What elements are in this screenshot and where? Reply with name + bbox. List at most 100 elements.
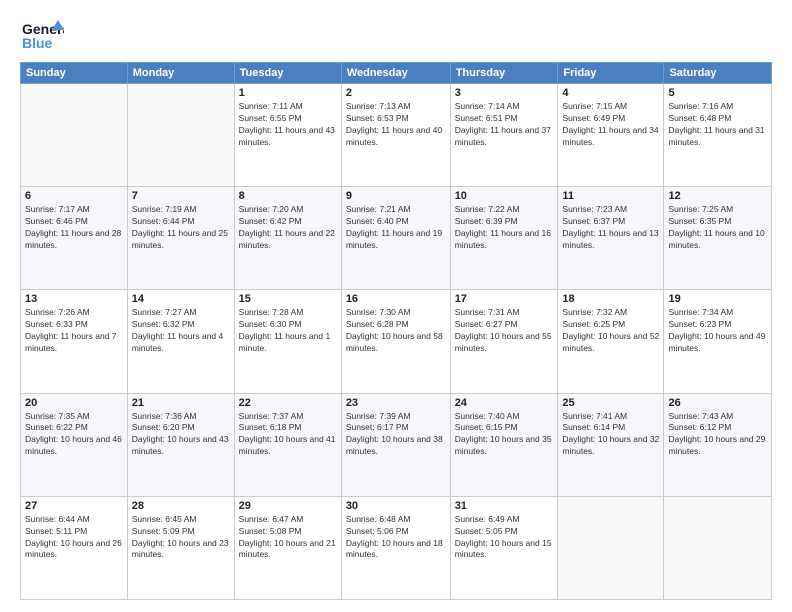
calendar-cell: 9Sunrise: 7:21 AMSunset: 6:40 PMDaylight… xyxy=(341,187,450,290)
calendar-cell: 8 Sunrise: 7:20 AMSunset: 6:42 PMDaylight… xyxy=(234,187,341,290)
day-number: 30 xyxy=(346,500,446,512)
day-number: 23 xyxy=(346,397,446,409)
calendar-cell: 23Sunrise: 7:39 AMSunset: 6:17 PMDayligh… xyxy=(341,393,450,496)
day-number: 1 xyxy=(239,87,337,99)
week-row-1: 1 Sunrise: 7:11 AMSunset: 6:55 PMDaylight… xyxy=(21,84,772,187)
week-row-2: 6 Sunrise: 7:17 AMSunset: 6:46 PMDaylight… xyxy=(21,187,772,290)
weekday-header-tuesday: Tuesday xyxy=(234,63,341,84)
day-info: Sunrise: 7:19 AMSunset: 6:44 PMDaylight:… xyxy=(132,204,230,252)
calendar-cell: 20Sunrise: 7:35 AMSunset: 6:22 PMDayligh… xyxy=(21,393,128,496)
day-number: 28 xyxy=(132,500,230,512)
day-info: Sunrise: 6:49 AMSunset: 5:05 PMDaylight:… xyxy=(455,514,554,562)
day-info: Sunrise: 7:25 AMSunset: 6:35 PMDaylight:… xyxy=(668,204,767,252)
calendar-cell: 16Sunrise: 7:30 AMSunset: 6:28 PMDayligh… xyxy=(341,290,450,393)
day-info: Sunrise: 6:47 AMSunset: 5:08 PMDaylight:… xyxy=(239,514,337,562)
day-number: 25 xyxy=(562,397,659,409)
day-number: 6 xyxy=(25,190,123,202)
day-info: Sunrise: 7:14 AMSunset: 6:51 PMDaylight:… xyxy=(455,101,554,149)
day-number: 7 xyxy=(132,190,230,202)
day-info: Sunrise: 7:17 AMSunset: 6:46 PMDaylight:… xyxy=(25,204,123,252)
day-info: Sunrise: 6:48 AMSunset: 5:06 PMDaylight:… xyxy=(346,514,446,562)
svg-text:Blue: Blue xyxy=(22,35,53,51)
calendar-cell: 25 Sunrise: 7:41 AMSunset: 6:14 PMDayligh… xyxy=(558,393,664,496)
day-info: Sunrise: 7:15 AMSunset: 6:49 PMDaylight:… xyxy=(562,101,659,149)
calendar-cell: 14 Sunrise: 7:27 AMSunset: 6:32 PMDayligh… xyxy=(127,290,234,393)
day-number: 29 xyxy=(239,500,337,512)
day-info: Sunrise: 7:30 AMSunset: 6:28 PMDaylight:… xyxy=(346,307,446,355)
calendar-cell: 5 Sunrise: 7:16 AMSunset: 6:48 PMDaylight… xyxy=(664,84,772,187)
day-info: Sunrise: 7:36 AMSunset: 6:20 PMDaylight:… xyxy=(132,411,230,459)
calendar-cell xyxy=(21,84,128,187)
calendar-table: SundayMondayTuesdayWednesdayThursdayFrid… xyxy=(20,62,772,600)
day-info: Sunrise: 7:37 AMSunset: 6:18 PMDaylight:… xyxy=(239,411,337,459)
page: General Blue SundayMondayTuesdayWednesda… xyxy=(0,0,792,612)
day-number: 5 xyxy=(668,87,767,99)
weekday-header-saturday: Saturday xyxy=(664,63,772,84)
day-number: 8 xyxy=(239,190,337,202)
calendar-cell: 19 Sunrise: 7:34 AMSunset: 6:23 PMDayligh… xyxy=(664,290,772,393)
day-info: Sunrise: 7:34 AMSunset: 6:23 PMDaylight:… xyxy=(668,307,767,355)
calendar-cell: 7 Sunrise: 7:19 AMSunset: 6:44 PMDaylight… xyxy=(127,187,234,290)
day-info: Sunrise: 7:16 AMSunset: 6:48 PMDaylight:… xyxy=(668,101,767,149)
calendar-cell: 22Sunrise: 7:37 AMSunset: 6:18 PMDayligh… xyxy=(234,393,341,496)
day-info: Sunrise: 7:27 AMSunset: 6:32 PMDaylight:… xyxy=(132,307,230,355)
day-number: 15 xyxy=(239,293,337,305)
calendar-cell: 1 Sunrise: 7:11 AMSunset: 6:55 PMDaylight… xyxy=(234,84,341,187)
calendar-cell xyxy=(558,496,664,599)
calendar-cell: 29 Sunrise: 6:47 AMSunset: 5:08 PMDayligh… xyxy=(234,496,341,599)
day-number: 9 xyxy=(346,190,446,202)
calendar-cell: 30 Sunrise: 6:48 AMSunset: 5:06 PMDayligh… xyxy=(341,496,450,599)
day-info: Sunrise: 7:13 AMSunset: 6:53 PMDaylight:… xyxy=(346,101,446,149)
day-info: Sunrise: 6:45 AMSunset: 5:09 PMDaylight:… xyxy=(132,514,230,562)
calendar-cell: 26 Sunrise: 7:43 AMSunset: 6:12 PMDayligh… xyxy=(664,393,772,496)
week-row-4: 20Sunrise: 7:35 AMSunset: 6:22 PMDayligh… xyxy=(21,393,772,496)
day-number: 18 xyxy=(562,293,659,305)
header-row: SundayMondayTuesdayWednesdayThursdayFrid… xyxy=(21,63,772,84)
calendar-cell: 4 Sunrise: 7:15 AMSunset: 6:49 PMDaylight… xyxy=(558,84,664,187)
day-number: 14 xyxy=(132,293,230,305)
day-info: Sunrise: 7:23 AMSunset: 6:37 PMDaylight:… xyxy=(562,204,659,252)
calendar-cell: 13 Sunrise: 7:26 AMSunset: 6:33 PMDayligh… xyxy=(21,290,128,393)
calendar-cell: 24 Sunrise: 7:40 AMSunset: 6:15 PMDayligh… xyxy=(450,393,558,496)
weekday-header-sunday: Sunday xyxy=(21,63,128,84)
day-number: 3 xyxy=(455,87,554,99)
day-number: 11 xyxy=(562,190,659,202)
weekday-header-wednesday: Wednesday xyxy=(341,63,450,84)
calendar-cell: 3 Sunrise: 7:14 AMSunset: 6:51 PMDaylight… xyxy=(450,84,558,187)
header: General Blue xyxy=(20,16,772,54)
calendar-cell: 17Sunrise: 7:31 AMSunset: 6:27 PMDayligh… xyxy=(450,290,558,393)
calendar-cell: 18Sunrise: 7:32 AMSunset: 6:25 PMDayligh… xyxy=(558,290,664,393)
day-number: 4 xyxy=(562,87,659,99)
day-info: Sunrise: 7:40 AMSunset: 6:15 PMDaylight:… xyxy=(455,411,554,459)
calendar-cell: 27Sunrise: 6:44 AMSunset: 5:11 PMDayligh… xyxy=(21,496,128,599)
day-info: Sunrise: 7:41 AMSunset: 6:14 PMDaylight:… xyxy=(562,411,659,459)
day-info: Sunrise: 7:26 AMSunset: 6:33 PMDaylight:… xyxy=(25,307,123,355)
calendar-cell: 10Sunrise: 7:22 AMSunset: 6:39 PMDayligh… xyxy=(450,187,558,290)
day-number: 24 xyxy=(455,397,554,409)
calendar-cell: 28 Sunrise: 6:45 AMSunset: 5:09 PMDayligh… xyxy=(127,496,234,599)
day-number: 27 xyxy=(25,500,123,512)
calendar-cell: 21Sunrise: 7:36 AMSunset: 6:20 PMDayligh… xyxy=(127,393,234,496)
day-number: 2 xyxy=(346,87,446,99)
calendar-cell: 6 Sunrise: 7:17 AMSunset: 6:46 PMDaylight… xyxy=(21,187,128,290)
weekday-header-thursday: Thursday xyxy=(450,63,558,84)
day-number: 31 xyxy=(455,500,554,512)
day-info: Sunrise: 7:22 AMSunset: 6:39 PMDaylight:… xyxy=(455,204,554,252)
day-number: 17 xyxy=(455,293,554,305)
day-number: 19 xyxy=(668,293,767,305)
weekday-header-monday: Monday xyxy=(127,63,234,84)
day-number: 13 xyxy=(25,293,123,305)
day-info: Sunrise: 7:20 AMSunset: 6:42 PMDaylight:… xyxy=(239,204,337,252)
day-info: Sunrise: 7:43 AMSunset: 6:12 PMDaylight:… xyxy=(668,411,767,459)
logo-icon: General Blue xyxy=(20,16,64,54)
calendar-cell xyxy=(127,84,234,187)
calendar-cell: 31 Sunrise: 6:49 AMSunset: 5:05 PMDayligh… xyxy=(450,496,558,599)
week-row-5: 27Sunrise: 6:44 AMSunset: 5:11 PMDayligh… xyxy=(21,496,772,599)
day-number: 26 xyxy=(668,397,767,409)
day-info: Sunrise: 7:11 AMSunset: 6:55 PMDaylight:… xyxy=(239,101,337,149)
logo: General Blue xyxy=(20,16,64,54)
calendar-cell: 15 Sunrise: 7:28 AMSunset: 6:30 PMDayligh… xyxy=(234,290,341,393)
day-number: 12 xyxy=(668,190,767,202)
day-info: Sunrise: 7:28 AMSunset: 6:30 PMDaylight:… xyxy=(239,307,337,355)
day-info: Sunrise: 7:35 AMSunset: 6:22 PMDaylight:… xyxy=(25,411,123,459)
